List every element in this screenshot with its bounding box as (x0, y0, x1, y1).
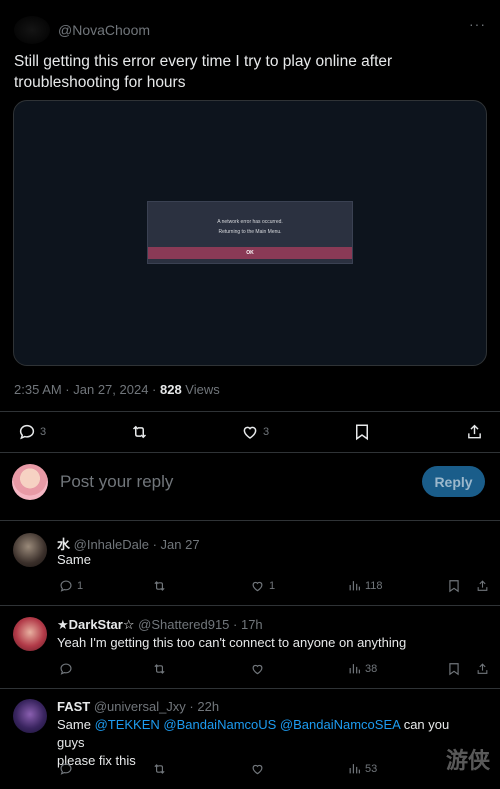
bookmark-icon (449, 663, 459, 676)
more-options-icon[interactable]: ··· (469, 16, 486, 32)
avatar[interactable] (13, 617, 47, 651)
repost-icon (132, 425, 147, 439)
bookmark-button[interactable] (354, 423, 370, 441)
repost-button[interactable] (130, 423, 149, 441)
reply-button[interactable] (59, 762, 77, 776)
dialog-ok-button: OK (148, 247, 352, 259)
heart-icon (252, 664, 263, 675)
timestamp[interactable]: · Jan 27 (149, 537, 200, 552)
reply-icon (60, 663, 72, 675)
reply-button[interactable]: 3 (18, 423, 46, 441)
analytics-icon (349, 581, 360, 591)
views-button[interactable]: 38 (348, 662, 377, 675)
heart-icon (243, 426, 257, 439)
handle[interactable]: @InhaleDale (74, 537, 149, 552)
views-button[interactable]: 118 (348, 579, 383, 592)
display-name[interactable]: FAST (57, 699, 90, 714)
views-count: 118 (365, 579, 383, 592)
user-avatar[interactable] (12, 464, 48, 500)
reply-button[interactable]: 1 (59, 579, 83, 593)
like-count: 3 (263, 426, 270, 438)
timestamp[interactable]: · 17h (229, 617, 263, 632)
reply-text-start: Same (57, 717, 95, 732)
like-button[interactable]: 1 (250, 579, 275, 593)
error-message: A network error has occurred. (217, 219, 283, 225)
author-handle[interactable]: @NovaChoom (58, 22, 150, 38)
like-button[interactable] (250, 662, 269, 676)
bookmark-icon (356, 424, 368, 441)
reply-button[interactable] (59, 662, 77, 676)
repost-button[interactable] (152, 762, 167, 776)
reply-text: Yeah I'm getting this too can't connect … (57, 635, 407, 650)
analytics-icon (349, 664, 360, 674)
like-button[interactable] (250, 762, 269, 776)
reply-header: ★DarkStar☆ @Shattered915 · 17h (57, 617, 263, 633)
tweet-media[interactable]: A network error has occurred. Returning … (13, 100, 487, 366)
avatar[interactable] (13, 699, 47, 733)
divider (0, 520, 500, 521)
repost-icon (154, 581, 165, 591)
repost-button[interactable] (152, 662, 167, 676)
reply-input[interactable]: Post your reply (60, 472, 173, 492)
views-count: 53 (365, 762, 378, 775)
watermark-logo: 游侠 (445, 749, 490, 774)
repost-button[interactable] (152, 579, 167, 593)
like-button[interactable]: 3 (241, 423, 269, 441)
error-submessage: Returning to the Main Menu. (218, 229, 282, 235)
bookmark-icon (449, 580, 459, 593)
divider (0, 605, 500, 606)
avatar[interactable] (13, 533, 47, 567)
reply-submit-button[interactable]: Reply (422, 466, 485, 497)
timestamp[interactable]: · 22h (186, 699, 219, 714)
mention-links[interactable]: @TEKKEN @BandaiNamcoUS @BandaiNamcoSEA (95, 717, 401, 732)
divider (0, 411, 500, 412)
heart-icon (252, 764, 263, 775)
share-icon (468, 424, 481, 439)
views-count[interactable]: 828 (160, 382, 182, 397)
reply-icon (60, 580, 72, 592)
views-button[interactable]: 53 (348, 762, 377, 775)
handle[interactable]: @Shattered915 (138, 617, 229, 632)
reply-header: FAST @universal_Jxy · 22h (57, 699, 219, 714)
share-button[interactable] (476, 662, 489, 676)
bookmark-button[interactable] (448, 662, 460, 676)
share-icon (477, 580, 488, 591)
like-count: 1 (269, 580, 276, 592)
error-dialog: A network error has occurred. Returning … (147, 201, 353, 264)
views-label: Views (181, 382, 220, 397)
reply-count: 1 (77, 580, 84, 592)
tweet-header: @NovaChoom ··· (14, 16, 486, 44)
views-count: 38 (365, 662, 378, 675)
reply-icon (60, 763, 72, 775)
author-avatar[interactable] (14, 16, 50, 44)
display-name[interactable]: 水 (57, 537, 70, 552)
reply-text: Same (57, 552, 91, 567)
divider (0, 688, 500, 689)
share-icon (477, 663, 488, 674)
repost-icon (154, 664, 165, 674)
reply-icon (19, 424, 35, 440)
tweet-text: Still getting this error every time I tr… (14, 53, 393, 91)
bookmark-button[interactable] (448, 579, 460, 593)
share-button[interactable] (476, 579, 489, 593)
analytics-icon (349, 764, 360, 774)
repost-icon (154, 764, 165, 774)
divider (0, 452, 500, 453)
handle[interactable]: @universal_Jxy (94, 699, 186, 714)
tweet-timestamp[interactable]: 2:35 AM · Jan 27, 2024 · (14, 382, 160, 397)
share-button[interactable] (466, 423, 483, 441)
display-name[interactable]: ★DarkStar☆ (57, 617, 135, 632)
heart-icon (252, 581, 263, 592)
tweet-meta: 2:35 AM · Jan 27, 2024 · 828 Views (14, 382, 220, 397)
reply-count: 3 (40, 426, 47, 438)
